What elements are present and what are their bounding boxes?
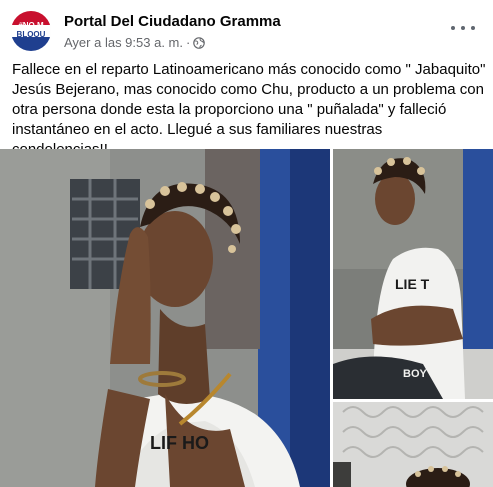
post-header: #NO M BLOQU Portal Del Ciudadano Gramma …	[8, 8, 485, 52]
photo-third[interactable]	[333, 402, 493, 487]
globe-icon[interactable]	[193, 36, 206, 49]
more-options-icon[interactable]	[451, 20, 475, 36]
post-message: Fallece en el reparto Latinoamericano má…	[12, 61, 486, 158]
shorts-print-text: BOY	[403, 368, 428, 380]
photo-grid: LIF HO LIE T BOY	[0, 149, 493, 487]
page-name-link[interactable]: Portal Del Ciudadano Gramma	[64, 13, 281, 30]
shirt-print-text-2: LIE T	[395, 276, 430, 292]
photo-praying[interactable]: LIF HO	[0, 149, 330, 487]
avatar-text-line-2: BLOQU	[17, 30, 46, 39]
photo-sitting[interactable]: LIE T BOY	[333, 149, 493, 399]
page-avatar[interactable]: #NO M BLOQU	[11, 11, 51, 51]
post-meta: Ayer a las 9:53 a. m. ·	[64, 35, 206, 50]
avatar-logo-icon: #NO M BLOQU	[11, 11, 51, 51]
shirt-print-text: LIF HO	[150, 433, 209, 453]
post-timestamp[interactable]: Ayer a las 9:53 a. m.	[64, 35, 183, 50]
avatar-text-line-1: #NO M	[18, 21, 44, 30]
facebook-post: #NO M BLOQU Portal Del Ciudadano Gramma …	[0, 0, 493, 487]
meta-separator: ·	[186, 35, 191, 50]
